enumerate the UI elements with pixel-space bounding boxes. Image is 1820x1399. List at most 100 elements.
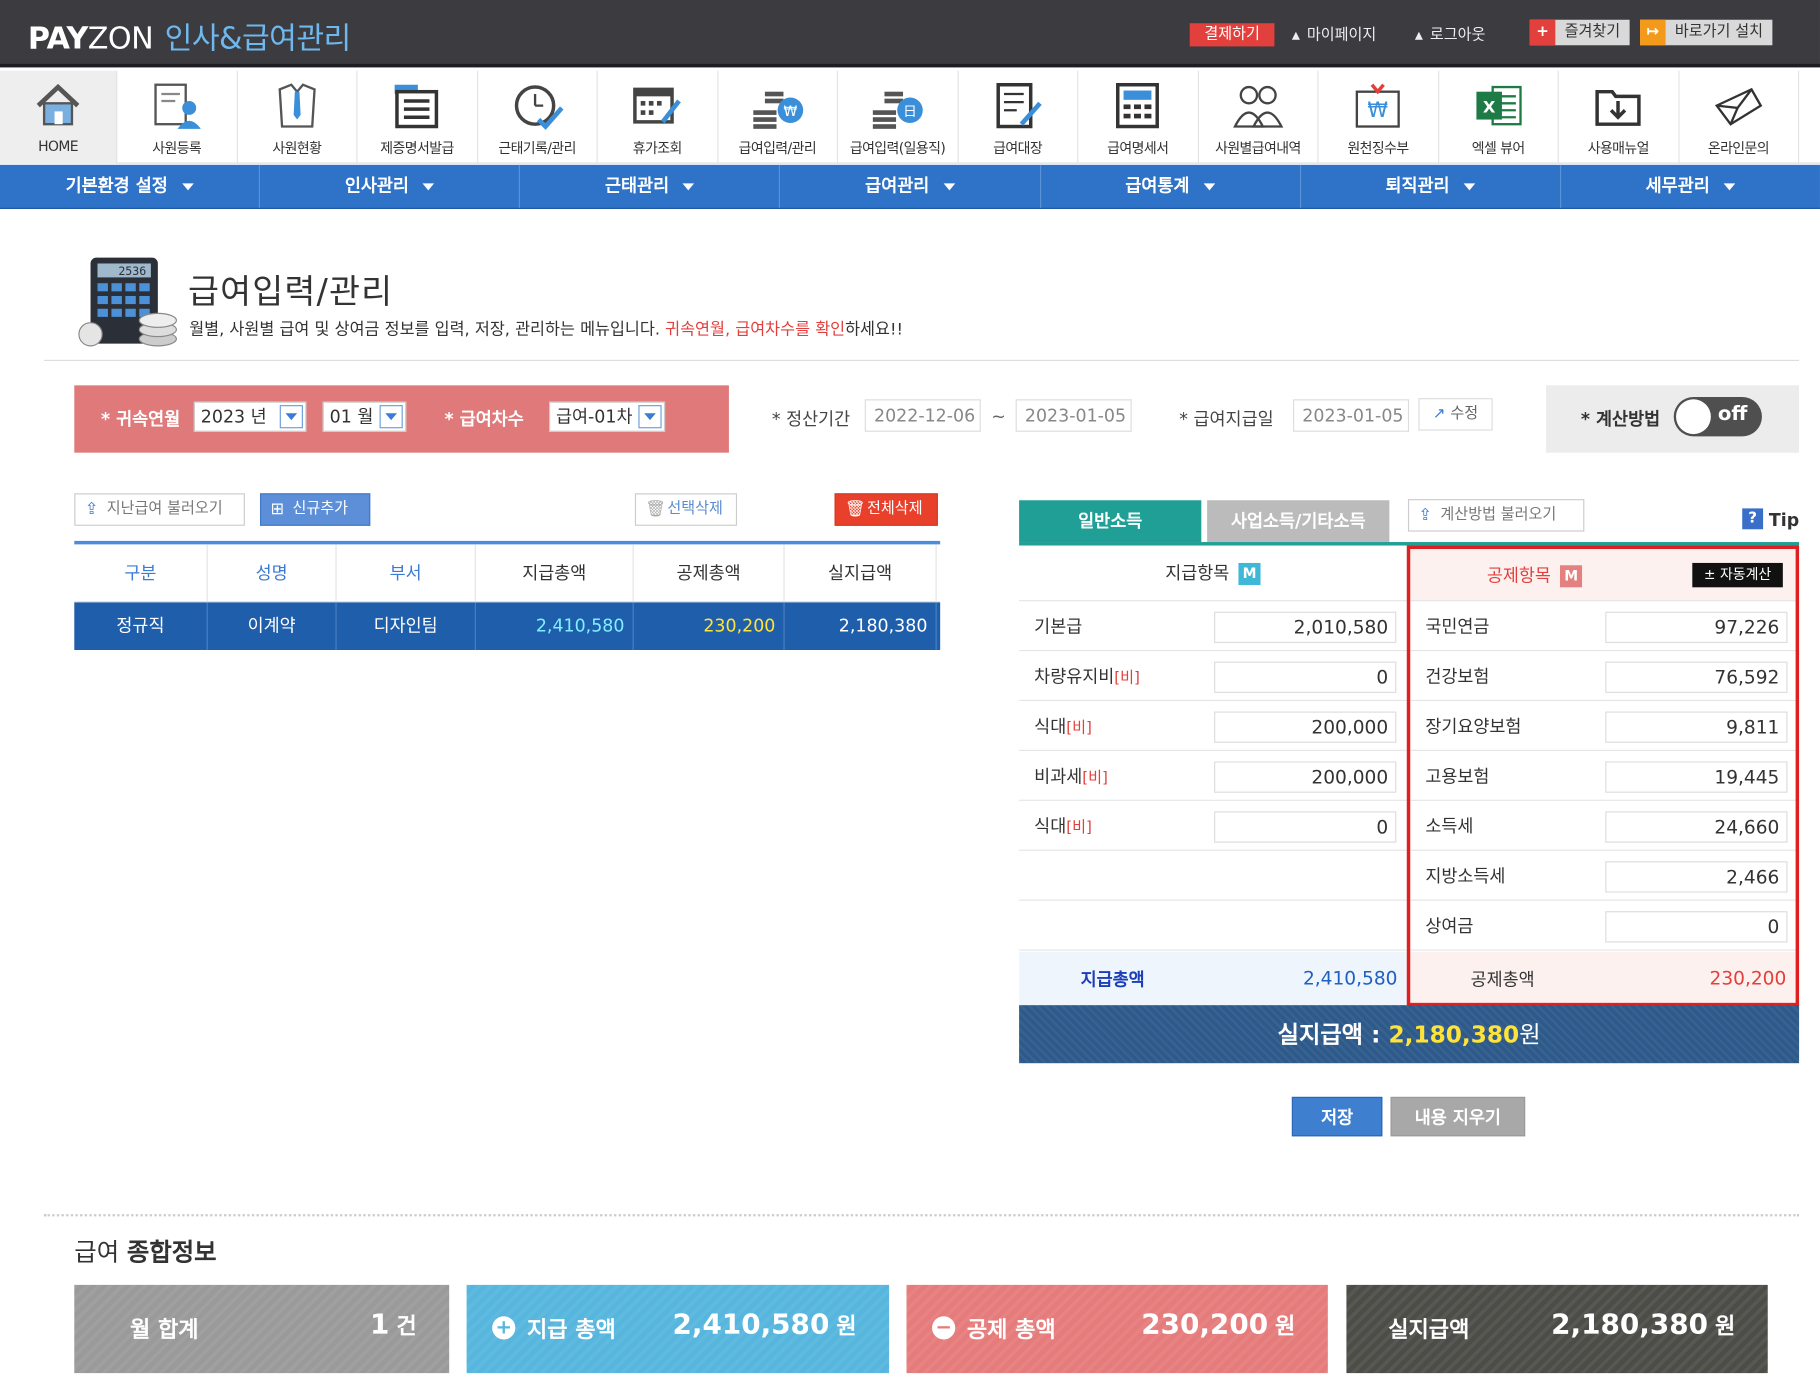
nav-tax[interactable]: 세무관리 <box>1561 165 1820 208</box>
menu-label: 급여대장 <box>993 140 1043 157</box>
shortcut-button[interactable]: ↦ 바로가기 설치 <box>1640 19 1773 46</box>
menu-label: 엑셀 뷰어 <box>1471 140 1525 157</box>
menu-item-manual[interactable]: 사용매뉴얼 <box>1559 70 1679 164</box>
col-header[interactable]: 구분 <box>74 544 208 602</box>
menu-label: 사용매뉴얼 <box>1587 140 1650 157</box>
tab-general-income[interactable]: 일반소득 <box>1019 500 1202 543</box>
col-header[interactable]: 부서 <box>337 544 476 602</box>
calc-method-toggle[interactable]: off <box>1673 396 1762 437</box>
period-label: * 정산기간 <box>771 408 851 430</box>
add-new-button[interactable]: ⊞ 신규추가 <box>259 493 371 526</box>
menu-item-withholding[interactable]: ₩ 원천징수부 <box>1319 70 1439 164</box>
logout-link[interactable]: 로그아웃 <box>1415 22 1486 44</box>
net-pay-unit: 원 <box>1519 1020 1541 1049</box>
shortcut-label: 바로가기 설치 <box>1674 23 1763 41</box>
load-calc-method-button[interactable]: ⇪ 계산방법 불러오기 <box>1407 499 1585 532</box>
card-value: 2,180,380 원 <box>1551 1308 1736 1341</box>
menu-label: 온라인문의 <box>1707 140 1770 157</box>
nav-payroll[interactable]: 급여관리 <box>780 164 1041 208</box>
menu-item-attendance[interactable]: 근태기록/관리 <box>478 70 598 164</box>
card-label: 실지급액 <box>1388 1317 1470 1343</box>
withholding-icon: ₩ <box>1355 83 1401 128</box>
mypage-link[interactable]: 마이페이지 <box>1292 22 1376 44</box>
menu-label: HOME <box>38 138 79 155</box>
menu-item-certificate[interactable]: 제증명서발급 <box>357 70 478 164</box>
col-header[interactable]: 실지급액 <box>785 544 937 602</box>
pay-item-input[interactable]: 200,000 <box>1214 761 1397 793</box>
calculator-icon: 2536 <box>78 257 178 347</box>
menu-item-payroll-daily[interactable]: 日 급여입력(일용직) <box>838 70 959 164</box>
toggle-knob <box>1676 399 1711 435</box>
card-label: 월 합계 <box>129 1317 199 1343</box>
main-nav: 기본환경 설정 인사관리 근태관리 급여관리 급여통계 퇴직관리 세무관리 <box>0 164 1820 209</box>
nav-hr[interactable]: 인사관리 <box>260 164 521 208</box>
brand-logo[interactable]: PAYZON 인사&급여관리 <box>28 15 351 58</box>
bookmark-button[interactable]: + 즐겨찾기 <box>1529 19 1630 46</box>
summary-card-count: 월 합계 1건 <box>74 1284 450 1374</box>
pay-item-input[interactable]: 200,000 <box>1214 711 1397 743</box>
tab-business-income[interactable]: 사업소득/기타소득 <box>1207 500 1390 543</box>
paydate-field[interactable]: 2023-01-05 <box>1293 399 1410 432</box>
card-label: 지급 총액 <box>526 1317 616 1343</box>
minus-circle-icon: − <box>932 1316 956 1340</box>
section-divider <box>44 1214 1800 1217</box>
card-value: 2,410,580 원 <box>672 1308 857 1341</box>
cell-dept: 디자인팀 <box>337 602 476 650</box>
save-button[interactable]: 저장 <box>1291 1096 1383 1137</box>
menu-item-payroll-input[interactable]: ₩ 급여입력/관리 <box>718 70 839 164</box>
pay-items-title: 지급항목 <box>1165 562 1230 584</box>
trash-icon: 🗑 <box>844 500 866 519</box>
edit-label: 수정 <box>1450 405 1479 423</box>
delete-all-label: 전체삭제 <box>867 500 923 518</box>
pay-total-row: 지급총액 2,410,580 <box>1019 951 1407 1006</box>
col-header[interactable]: 지급총액 <box>476 544 634 602</box>
delete-all-button[interactable]: 🗑 전체삭제 <box>834 493 938 526</box>
help-icon[interactable]: ? <box>1742 508 1764 530</box>
nav-payroll-stats[interactable]: 급여통계 <box>1041 164 1301 208</box>
pay-button[interactable]: 결제하기 <box>1189 23 1275 47</box>
pay-item-row-empty <box>1019 901 1407 951</box>
cell-name: 이계약 <box>208 602 337 650</box>
menu-item-home[interactable]: HOME <box>0 70 118 164</box>
plus-icon: + <box>1529 19 1556 46</box>
col-header[interactable]: 성명 <box>208 544 337 602</box>
month-select[interactable]: 01 월 <box>322 401 407 432</box>
menu-label: 휴가조회 <box>632 140 683 157</box>
nav-attendance[interactable]: 근태관리 <box>520 164 781 208</box>
period-end-field[interactable]: 2023-01-05 <box>1015 399 1132 432</box>
nav-basic-settings[interactable]: 기본환경 설정 <box>0 164 261 208</box>
m-badge[interactable]: M <box>1238 562 1261 585</box>
tip-link[interactable]: Tip <box>1769 510 1799 531</box>
pay-item-input[interactable]: 0 <box>1214 661 1397 693</box>
menu-item-payslip[interactable]: 급여명세서 <box>1078 70 1199 164</box>
payroll-input-icon: ₩ <box>753 91 803 129</box>
menu-item-online-inquiry[interactable]: 온라인문의 <box>1679 70 1800 164</box>
pay-item-input[interactable]: 2,010,580 <box>1214 611 1397 644</box>
nav-retirement[interactable]: 퇴직관리 <box>1301 164 1561 208</box>
menu-item-employee-status[interactable]: 사원현황 <box>237 70 358 164</box>
menu-item-employee-register[interactable]: 사원등록 <box>117 70 238 164</box>
round-select[interactable]: 급여-01차 <box>549 401 666 432</box>
pay-item-input[interactable]: 0 <box>1214 811 1397 843</box>
net-pay-value: 2,180,380 <box>1388 1020 1520 1049</box>
menu-item-payroll-ledger[interactable]: 급여대장 <box>958 70 1079 164</box>
edit-button[interactable]: ↗ 수정 <box>1418 398 1493 431</box>
summary-card-deduct-total: − 공제 총액 230,200 원 <box>906 1284 1328 1374</box>
net-pay-bar: 실지급액 : 2,180,380원 <box>1019 1005 1800 1064</box>
svg-text:X: X <box>1483 98 1496 117</box>
delete-selected-button[interactable]: 🗑 선택삭제 <box>634 493 738 526</box>
employee-register-icon <box>154 83 202 129</box>
paydate-label: * 급여지급일 <box>1179 408 1274 430</box>
col-header[interactable]: 공제총액 <box>634 544 785 602</box>
menu-item-vacation[interactable]: 휴가조회 <box>598 70 718 164</box>
menu-label: 급여입력/관리 <box>738 140 817 157</box>
load-prev-payroll-button[interactable]: ⇪ 지난급여 불러오기 <box>74 493 245 526</box>
period-start-field[interactable]: 2022-12-06 <box>864 399 981 432</box>
table-row[interactable]: 정규직 이계약 디자인팀 2,410,580 230,200 2,180,380 <box>74 602 941 650</box>
menu-item-excel-viewer[interactable]: X 엑셀 뷰어 <box>1439 70 1559 164</box>
svg-text:₩: ₩ <box>783 104 797 120</box>
home-icon <box>36 83 80 126</box>
clear-button[interactable]: 내용 지우기 <box>1390 1096 1526 1137</box>
year-select[interactable]: 2023 년 <box>193 401 307 432</box>
menu-item-employee-pay-history[interactable]: 사원별급여내역 <box>1198 70 1319 164</box>
